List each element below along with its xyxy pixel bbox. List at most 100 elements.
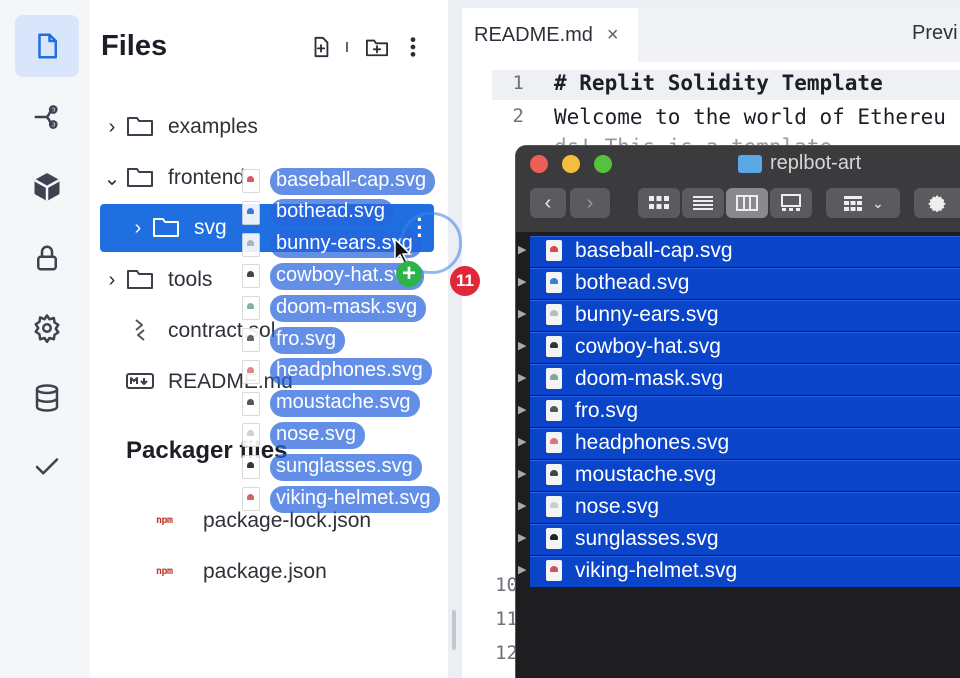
chevron-down-icon[interactable]: ⌄ — [100, 166, 124, 191]
svg-file-icon — [242, 200, 260, 225]
code-line[interactable]: # Replit Solidity Template — [554, 71, 883, 95]
solidity-icon — [126, 318, 156, 344]
secrets-icon[interactable] — [15, 227, 79, 289]
disclosure-triangle-icon[interactable]: ▶ — [518, 339, 526, 352]
tab-preview[interactable]: Previ — [912, 22, 958, 45]
finder-file-row[interactable]: ▶ cowboy-hat.svg — [516, 331, 960, 363]
svg-file-icon — [546, 560, 562, 581]
folder-icon — [126, 267, 156, 293]
group-by-button[interactable]: ⌄ — [826, 188, 900, 218]
gallery-view-button[interactable] — [770, 188, 812, 218]
tree-item-examples[interactable]: › examples — [100, 103, 436, 151]
drag-ghost-item: nose.svg — [242, 421, 366, 449]
svg-file-icon — [546, 496, 562, 517]
disclosure-triangle-icon[interactable]: ▶ — [518, 467, 526, 480]
svg-file-icon — [242, 359, 260, 384]
disclosure-triangle-icon[interactable]: ▶ — [518, 435, 526, 448]
tab-label: README.md — [474, 23, 593, 46]
zoom-window-button[interactable] — [594, 155, 612, 173]
minimize-window-button[interactable] — [562, 155, 580, 173]
finder-file-row[interactable]: ▶ sunglasses.svg — [516, 523, 960, 555]
column-view-button[interactable] — [726, 188, 768, 218]
finder-file-name: viking-helmet.svg — [575, 559, 738, 582]
folder-icon — [126, 114, 156, 140]
finder-window: replbot-art ‹ › ⌄ ▶ baseball-cap.svg ▶ both… — [516, 146, 960, 678]
packager-file-label: package.json — [203, 560, 327, 583]
finder-file-row[interactable]: ▶ doom-mask.svg — [516, 363, 960, 395]
new-file-icon[interactable] — [310, 36, 332, 60]
finder-file-row[interactable]: ▶ baseball-cap.svg — [516, 235, 960, 267]
finder-file-list: ▶ baseball-cap.svg ▶ bothead.svg ▶ bunny-ears… — [516, 232, 960, 678]
finder-file-name: cowboy-hat.svg — [575, 335, 721, 358]
files-icon[interactable] — [15, 15, 79, 77]
forward-button[interactable]: › — [570, 188, 610, 218]
disclosure-triangle-icon[interactable]: ▶ — [518, 307, 526, 320]
svg-file-icon — [546, 464, 562, 485]
row-more-icon[interactable]: · · · — [412, 209, 428, 248]
finder-file-row[interactable]: ▶ headphones.svg — [516, 427, 960, 459]
chevron-right-icon[interactable]: › — [100, 116, 124, 139]
markdown-icon — [126, 369, 156, 395]
close-window-button[interactable] — [530, 155, 548, 173]
finder-file-row[interactable]: ▶ viking-helmet.svg — [516, 555, 960, 587]
svg-file-icon — [242, 391, 260, 416]
close-icon[interactable]: × — [607, 24, 619, 47]
panel-resize-handle[interactable] — [452, 610, 456, 650]
finder-file-row[interactable]: ▶ fro.svg — [516, 395, 960, 427]
disclosure-triangle-icon[interactable]: ▶ — [518, 499, 526, 512]
svg-file-icon — [546, 304, 562, 325]
line-number: 10 — [495, 574, 518, 596]
chevron-right-icon[interactable]: › — [126, 217, 150, 240]
drag-ghost-label: headphones.svg — [270, 358, 432, 386]
icon-view-button[interactable] — [638, 188, 680, 218]
svg-file-icon — [546, 272, 562, 293]
disclosure-triangle-icon[interactable]: ▶ — [518, 403, 526, 416]
svg-file-icon — [242, 455, 260, 480]
copy-plus-icon: + — [396, 261, 422, 287]
svg-file-icon — [242, 232, 260, 257]
disclosure-triangle-icon[interactable]: ▶ — [518, 563, 526, 576]
finder-file-name: bothead.svg — [575, 271, 690, 294]
svg-file-icon — [242, 423, 260, 448]
drag-ghost-label: bothead.svg — [270, 199, 394, 227]
finder-file-name: bunny-ears.svg — [575, 303, 719, 326]
packager-file-package-json[interactable]: npm package.json — [156, 557, 327, 587]
check-icon[interactable] — [15, 436, 79, 498]
chevron-right-icon[interactable]: › — [100, 269, 124, 292]
svg-file-icon — [242, 487, 260, 511]
line-number: 11 — [495, 608, 518, 630]
packages-icon[interactable] — [15, 156, 79, 218]
drag-ghost-item: headphones.svg — [242, 358, 432, 386]
drag-ghost-item: sunglasses.svg — [242, 453, 422, 481]
settings-icon[interactable] — [15, 297, 79, 359]
drag-ghost-label: doom-mask.svg — [270, 294, 427, 322]
back-button[interactable]: ‹ — [530, 188, 566, 218]
tree-item-label: examples — [168, 115, 258, 138]
folder-icon — [738, 154, 762, 173]
finder-file-row[interactable]: ▶ bunny-ears.svg — [516, 299, 960, 331]
npm-icon: npm — [156, 515, 173, 526]
list-view-button[interactable] — [682, 188, 724, 218]
svg-file-icon — [242, 328, 260, 352]
finder-file-row[interactable]: ▶ nose.svg — [516, 491, 960, 523]
drag-ghost-label: fro.svg — [270, 326, 346, 354]
database-icon[interactable] — [15, 367, 79, 429]
svg-file-icon — [546, 400, 562, 421]
finder-file-name: fro.svg — [575, 399, 639, 422]
folder-icon — [152, 215, 182, 241]
gear-icon[interactable] — [914, 188, 960, 218]
new-folder-icon[interactable] — [364, 36, 390, 60]
more-options-icon[interactable] — [408, 36, 418, 60]
finder-file-row[interactable]: ▶ moustache.svg — [516, 459, 960, 491]
finder-file-row[interactable]: ▶ bothead.svg — [516, 267, 960, 299]
disclosure-triangle-icon[interactable]: ▶ — [518, 275, 526, 288]
tab-readme[interactable]: README.md × — [462, 8, 638, 62]
git-icon[interactable] — [15, 86, 79, 148]
disclosure-triangle-icon[interactable]: ▶ — [518, 531, 526, 544]
disclosure-triangle-icon[interactable]: ▶ — [518, 243, 526, 256]
icon-rail — [0, 0, 90, 678]
finder-file-name: nose.svg — [575, 495, 660, 518]
disclosure-triangle-icon[interactable]: ▶ — [518, 371, 526, 384]
svg-file-icon — [546, 240, 562, 261]
code-line[interactable]: Welcome to the world of Ethereu — [554, 105, 946, 129]
